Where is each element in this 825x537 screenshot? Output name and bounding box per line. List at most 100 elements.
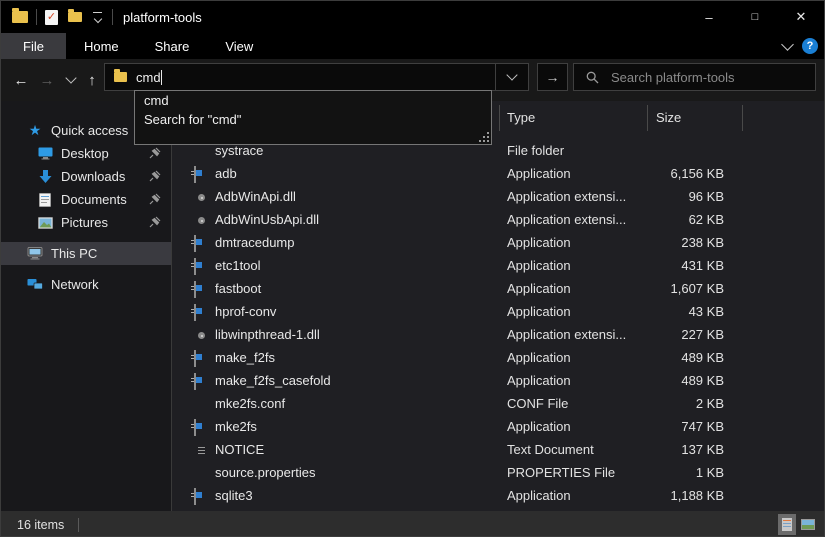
dll-icon [194,328,209,343]
thumbnails-view-button[interactable] [799,514,817,535]
tab-view[interactable]: View [207,33,271,59]
statusbar-divider [78,518,79,532]
file-row[interactable]: source.propertiesPROPERTIES File1 KB [172,462,825,485]
file-size: 431 KB [562,258,724,273]
suggestion-item[interactable]: cmd [135,91,491,110]
sidebar-item-documents[interactable]: Documents [1,188,171,211]
downloads-icon [37,169,53,185]
new-folder-icon[interactable] [68,12,82,22]
address-bar-input[interactable]: cmd [104,63,496,91]
sidebar-item-label: Desktop [61,146,109,161]
file-icon [194,466,209,481]
pin-icon [149,147,161,159]
file-row[interactable]: hprof-convApplication43 KB [172,301,825,324]
sidebar-item-this-pc[interactable]: This PC [1,242,171,265]
titlebar-divider [36,9,37,25]
column-header-type[interactable]: Type [507,110,535,125]
close-button[interactable]: ✕ [778,1,824,33]
file-list: Type Size systraceFile folderadbApplicat… [172,101,825,511]
pc-icon [27,246,43,262]
tab-share[interactable]: Share [137,33,208,59]
app-icon [194,282,209,297]
collapse-ribbon-chevron-icon[interactable] [781,38,794,51]
file-row[interactable]: libwinpthread-1.dllApplication extensi..… [172,324,825,347]
file-size: 489 KB [562,350,724,365]
properties-icon[interactable]: ✓ [45,10,58,25]
file-row[interactable]: NOTICEText Document137 KB [172,439,825,462]
folder-icon [194,144,209,159]
file-row[interactable]: fastbootApplication1,607 KB [172,278,825,301]
file-row[interactable]: etc1toolApplication431 KB [172,255,825,278]
address-dropdown-button[interactable] [496,63,529,91]
file-size: 1,188 KB [562,488,724,503]
file-size: 62 KB [562,212,724,227]
file-size: 43 KB [562,304,724,319]
network-icon [27,277,43,293]
go-to-button[interactable]: → [537,63,568,91]
file-row[interactable]: make_f2fs_casefoldApplication489 KB [172,370,825,393]
minimize-button[interactable]: – [686,1,732,33]
file-row[interactable]: mke2fsApplication747 KB [172,416,825,439]
sidebar-item-downloads[interactable]: Downloads [1,165,171,188]
column-header-size[interactable]: Size [656,110,681,125]
maximize-button[interactable]: □ [732,1,778,33]
file-size: 747 KB [562,419,724,434]
file-row[interactable]: make_f2fsApplication489 KB [172,347,825,370]
file-name: mke2fs [215,419,257,434]
file-row[interactable]: sqlite3Application1,188 KB [172,485,825,508]
file-size: 1,607 KB [562,281,724,296]
back-button[interactable]: ← [9,68,33,92]
help-icon[interactable]: ? [802,38,818,54]
star-icon: ★ [27,123,43,139]
forward-button[interactable]: → [35,68,59,92]
sidebar-item-label: Quick access [51,123,128,138]
file-row[interactable]: adbApplication6,156 KB [172,163,825,186]
file-name: make_f2fs_casefold [215,373,331,388]
sidebar-item-label: Documents [61,192,127,207]
column-separator[interactable] [647,105,648,131]
app-icon [194,305,209,320]
sidebar-item-network[interactable]: Network [1,273,171,296]
pin-icon [149,216,161,228]
search-icon [586,71,599,84]
sidebar-item-pictures[interactable]: Pictures [1,211,171,234]
app-icon [194,420,209,435]
items-count: 16 items [17,518,64,532]
tab-file[interactable]: File [1,33,66,59]
app-folder-icon[interactable] [12,11,28,23]
file-size: 6,156 KB [562,166,724,181]
thumbnails-view-icon [801,519,815,530]
dropdown-resize-grip[interactable] [480,133,489,142]
file-row[interactable]: AdbWinApi.dllApplication extensi...96 KB [172,186,825,209]
app-icon [194,374,209,389]
sidebar-item-label: This PC [51,246,97,261]
main-area: ★ Quick access Desktop Downloads Documents Pi… [1,101,824,511]
up-button[interactable]: ↑ [80,68,104,92]
search-box[interactable] [573,63,816,91]
dll-icon [194,190,209,205]
file-size: 227 KB [562,327,724,342]
window-controls: – □ ✕ [686,1,824,33]
desktop-icon [37,146,53,162]
suggestion-item[interactable]: Search for "cmd" [135,110,491,129]
titlebar-divider [112,9,113,25]
explorer-window: ✓ platform-tools – □ ✕ FileHomeShareView… [0,0,825,537]
column-separator[interactable] [499,105,500,131]
dll-icon [194,213,209,228]
file-type: CONF File [507,396,568,411]
status-bar: 16 items [1,511,824,537]
search-input[interactable] [609,69,799,86]
tab-home[interactable]: Home [66,33,137,59]
ribbon-right-controls: ? [783,33,818,59]
sidebar-item-label: Downloads [61,169,125,184]
column-separator[interactable] [742,105,743,131]
sidebar-item-label: Pictures [61,215,108,230]
sidebar-item-desktop[interactable]: Desktop [1,142,171,165]
file-row[interactable]: AdbWinUsbApi.dllApplication extensi...62… [172,209,825,232]
customize-toolbar-chevron-icon[interactable] [92,12,104,22]
app-icon [194,351,209,366]
file-row[interactable]: dmtracedumpApplication238 KB [172,232,825,255]
file-row[interactable]: mke2fs.confCONF File2 KB [172,393,825,416]
details-view-button[interactable] [778,514,796,535]
view-switcher [778,514,817,535]
